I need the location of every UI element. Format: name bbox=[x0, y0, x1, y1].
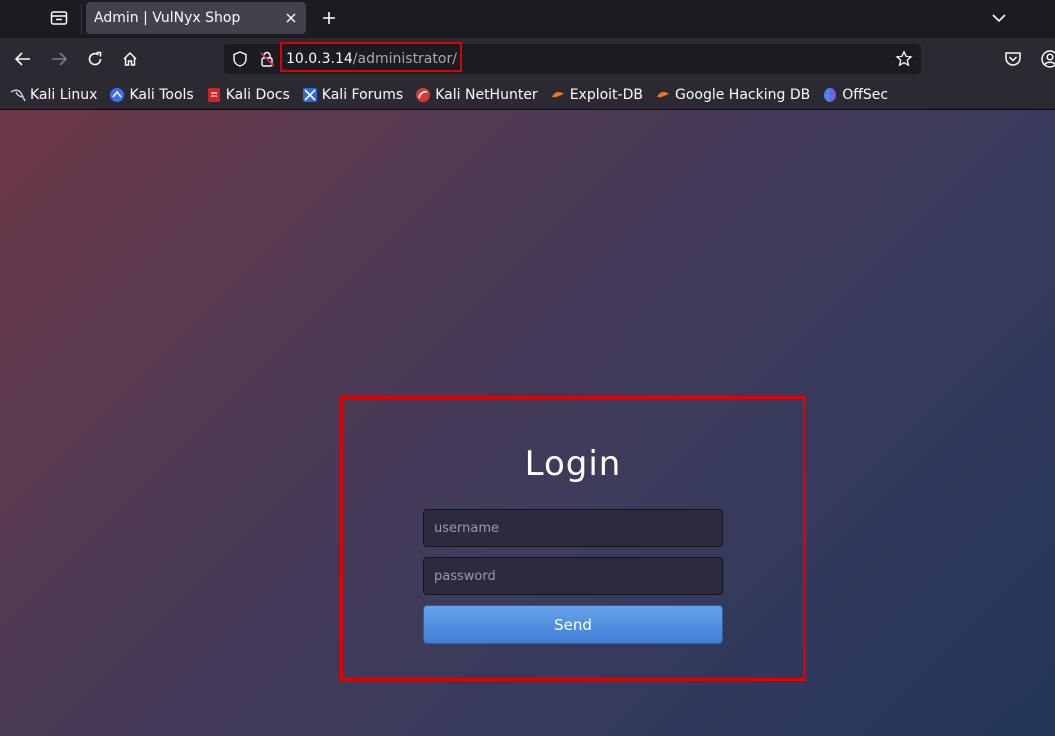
address-bar[interactable]: 10.0.3.14/administrator/ bbox=[224, 42, 921, 74]
bookmark-kali-linux[interactable]: Kali Linux bbox=[10, 87, 97, 103]
bookmark-label: Google Hacking DB bbox=[674, 86, 811, 103]
tab-strip: Admin | VulNyx Shop bbox=[0, 0, 1055, 38]
username-input[interactable] bbox=[423, 509, 723, 547]
bookmark-label: Kali Forums bbox=[321, 86, 404, 103]
tab-title: Admin | VulNyx Shop bbox=[94, 10, 241, 26]
forward-button[interactable] bbox=[45, 46, 73, 72]
exploit-db-icon bbox=[551, 91, 564, 97]
bookmark-label: Kali Docs bbox=[225, 86, 290, 103]
insecure-lock-icon[interactable] bbox=[258, 50, 276, 68]
kali-dragon-icon bbox=[10, 89, 26, 101]
bookmark-kali-forums[interactable]: Kali Forums bbox=[302, 87, 403, 103]
kali-forums-icon bbox=[302, 87, 317, 102]
arrow-left-icon bbox=[15, 52, 30, 66]
home-icon bbox=[123, 51, 137, 66]
url-highlight-box bbox=[280, 42, 462, 72]
reload-button[interactable] bbox=[81, 46, 109, 72]
offsec-icon bbox=[824, 87, 837, 102]
pocket-icon[interactable] bbox=[1003, 49, 1023, 69]
bookmark-label: Kali Linux bbox=[30, 86, 98, 103]
tab-separator bbox=[81, 4, 82, 34]
login-title: Login bbox=[524, 444, 622, 484]
bookmark-label: OffSec bbox=[842, 86, 889, 103]
reload-icon bbox=[88, 51, 102, 66]
page-content: Login Send bbox=[0, 110, 1055, 736]
ghdb-icon bbox=[656, 91, 669, 97]
kali-nethunter-icon bbox=[416, 87, 431, 102]
bookmark-exploit-db[interactable]: Exploit-DB bbox=[550, 87, 643, 103]
close-icon bbox=[286, 13, 296, 23]
kali-docs-icon bbox=[207, 87, 220, 102]
tracking-shield-icon[interactable] bbox=[231, 50, 249, 68]
new-tab-button[interactable] bbox=[316, 5, 342, 31]
bookmarks-toolbar: Kali Linux Kali Tools Kali Docs Kali For… bbox=[0, 80, 1055, 110]
list-all-tabs-button[interactable] bbox=[986, 5, 1012, 31]
firefox-view-icon bbox=[50, 11, 68, 25]
password-input[interactable] bbox=[423, 557, 723, 595]
bookmark-star-icon[interactable] bbox=[895, 50, 913, 68]
back-button[interactable] bbox=[9, 46, 37, 72]
account-icon[interactable] bbox=[1040, 49, 1055, 69]
kali-tools-icon bbox=[110, 87, 125, 102]
send-button[interactable]: Send bbox=[423, 605, 723, 644]
bookmark-kali-tools[interactable]: Kali Tools bbox=[109, 86, 194, 103]
firefox-view-button[interactable] bbox=[44, 4, 74, 32]
arrow-right-icon bbox=[52, 52, 67, 66]
bookmark-kali-docs[interactable]: Kali Docs bbox=[206, 87, 290, 103]
bookmark-label: Kali Tools bbox=[129, 86, 194, 103]
tab-close-button[interactable] bbox=[280, 7, 302, 29]
tab-admin[interactable]: Admin | VulNyx Shop bbox=[86, 2, 306, 34]
navigation-toolbar: 10.0.3.14/administrator/ bbox=[0, 38, 1055, 80]
chevron-down-icon bbox=[992, 14, 1006, 23]
bookmark-google-hacking-db[interactable]: Google Hacking DB bbox=[655, 87, 810, 103]
bookmark-label: Exploit-DB bbox=[569, 86, 643, 103]
bookmark-offsec[interactable]: OffSec bbox=[822, 87, 888, 103]
bookmark-kali-nethunter[interactable]: Kali NetHunter bbox=[415, 86, 538, 103]
home-button[interactable] bbox=[116, 46, 144, 72]
bookmark-label: Kali NetHunter bbox=[435, 86, 538, 103]
plus-icon bbox=[323, 12, 335, 24]
